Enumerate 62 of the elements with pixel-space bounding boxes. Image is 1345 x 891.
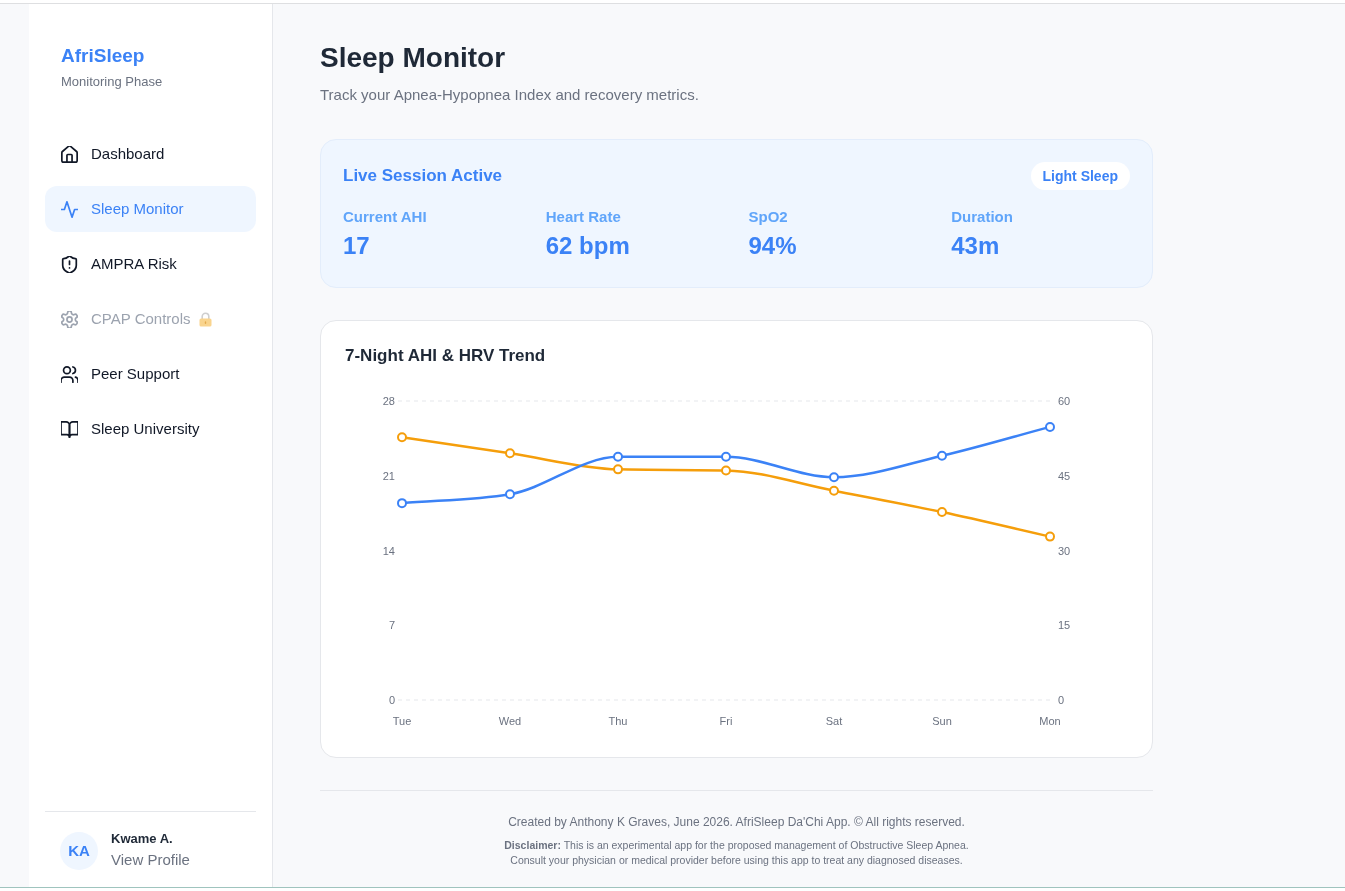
data-point bbox=[613, 451, 623, 462]
shield-alert-icon bbox=[61, 255, 78, 273]
nav-item[interactable]: Peer Support bbox=[45, 351, 256, 397]
data-point bbox=[505, 448, 515, 459]
user-name: Kwame A. bbox=[111, 830, 174, 847]
lock-icon bbox=[198, 311, 212, 327]
metric-value: 17 bbox=[343, 231, 371, 261]
nav-item[interactable]: AMPRA Risk bbox=[45, 241, 256, 287]
metric-label: Duration bbox=[951, 207, 1014, 227]
axis-category-label: Sun bbox=[932, 715, 952, 727]
axis-category-label: Fri bbox=[719, 715, 733, 727]
axis-category-label: Thu bbox=[608, 715, 628, 727]
view-profile-link[interactable]: View Profile bbox=[111, 850, 190, 870]
data-point bbox=[397, 432, 407, 443]
page-subtitle: Track your Apnea-Hypopnea Index and recovery metrics. bbox=[320, 85, 700, 105]
session-title: Live Session Active bbox=[343, 165, 503, 187]
metric-value: 43m bbox=[951, 231, 1001, 261]
sleep-stage-tag: Light Sleep bbox=[1030, 162, 1130, 190]
phase-label: Monitoring Phase bbox=[61, 73, 164, 91]
data-point bbox=[1045, 531, 1055, 542]
metric-value: 94% bbox=[748, 231, 798, 261]
nav-item[interactable]: Sleep University bbox=[45, 406, 256, 452]
axis-tick-label: 0 bbox=[388, 694, 395, 706]
house-icon bbox=[61, 145, 78, 163]
brand-name: AfriSleep bbox=[61, 44, 146, 68]
metric-label: SpO2 bbox=[748, 207, 789, 227]
axis-category-label: Sat bbox=[825, 715, 843, 727]
disclaimer-text: Disclaimer: This is an experimental app for the proposed management of Obstructive Sleep Apnea. Consult your physician or medical provider before using this app to treat any diagnosed diseases. bbox=[503, 838, 970, 868]
axis-tick-label: 14 bbox=[382, 544, 395, 557]
nav-item[interactable]: Dashboard bbox=[45, 131, 256, 177]
axis-category-label: Mon bbox=[1039, 715, 1061, 727]
data-point bbox=[829, 485, 839, 496]
people-icon bbox=[61, 365, 78, 383]
copyright-text: Created by Anthony K Graves, June 2026. AfriSleep Da'Chi App. © All rights reserved. bbox=[507, 814, 966, 831]
chart-title: 7-Night AHI & HRV Trend bbox=[345, 345, 547, 367]
avatar: KA bbox=[60, 832, 98, 870]
pulse-icon bbox=[61, 200, 78, 218]
metric-label: Heart Rate bbox=[545, 207, 622, 227]
axis-category-label: Wed bbox=[498, 715, 522, 727]
data-point bbox=[505, 489, 515, 500]
axis-tick-label: 28 bbox=[382, 395, 395, 407]
axis-tick-label: 60 bbox=[1058, 395, 1071, 407]
page-title: Sleep Monitor bbox=[320, 41, 507, 75]
data-point bbox=[829, 472, 839, 483]
book-icon bbox=[61, 420, 78, 438]
data-point bbox=[721, 451, 731, 462]
metric-label: Current AHI bbox=[343, 207, 428, 227]
axis-tick-label: 15 bbox=[1058, 619, 1071, 632]
axis-tick-label: 0 bbox=[1058, 694, 1065, 706]
gear-icon bbox=[61, 310, 78, 328]
axis-tick-label: 45 bbox=[1058, 469, 1071, 482]
data-point bbox=[937, 507, 947, 518]
axis-tick-label: 30 bbox=[1058, 544, 1071, 557]
data-point bbox=[1045, 421, 1055, 432]
metric-value: 62 bpm bbox=[545, 231, 631, 261]
data-point bbox=[937, 450, 947, 461]
axis-category-label: Tue bbox=[392, 715, 412, 727]
data-point bbox=[397, 498, 407, 509]
axis-tick-label: 21 bbox=[382, 469, 395, 482]
data-point bbox=[613, 464, 623, 475]
data-point bbox=[721, 465, 731, 476]
axis-tick-label: 7 bbox=[388, 619, 395, 632]
